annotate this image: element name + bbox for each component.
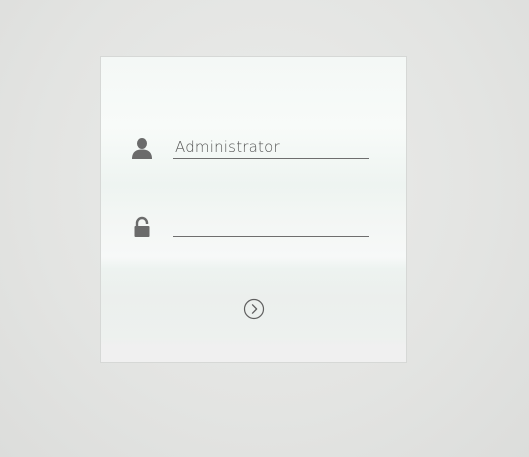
username-row (101, 129, 406, 169)
login-submit-button[interactable] (243, 298, 265, 320)
username-input[interactable] (173, 135, 369, 159)
password-row (101, 207, 406, 247)
user-icon (130, 137, 154, 161)
lock-icon (130, 215, 154, 239)
password-input[interactable] (173, 213, 369, 237)
login-panel (100, 56, 407, 363)
arrow-right-circle-icon (243, 298, 265, 320)
